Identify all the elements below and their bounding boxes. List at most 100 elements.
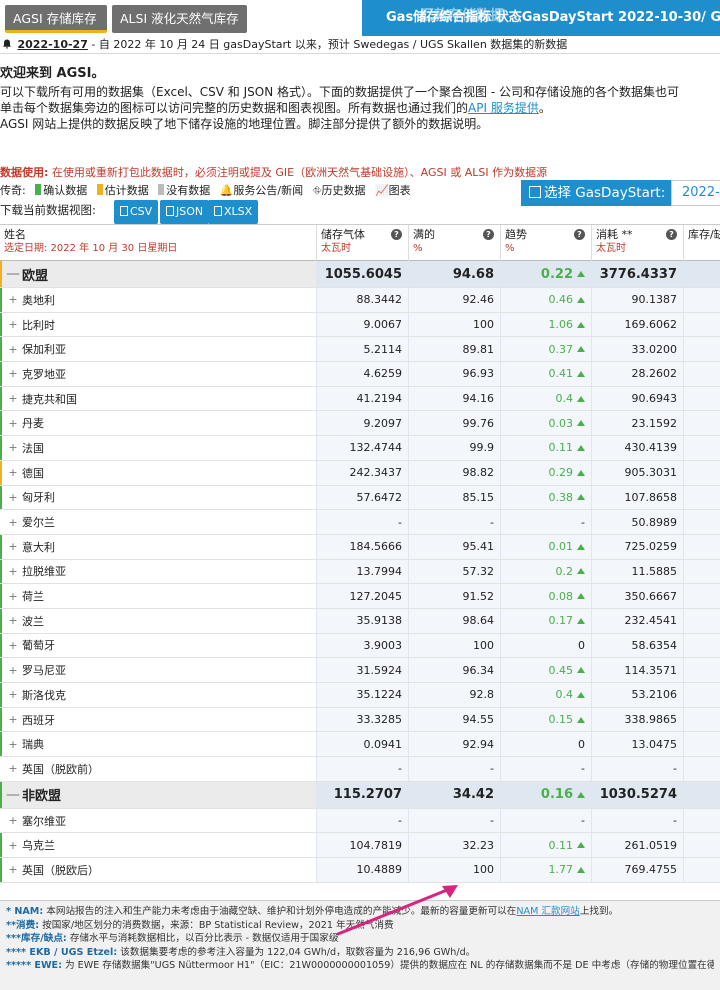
row-name[interactable]: — 欧盟: [4, 261, 48, 287]
expand-icon[interactable]: +: [4, 863, 22, 876]
table-row[interactable]: + 比利时 9.0067 100 1.06 169.6062: [0, 312, 720, 338]
row-name[interactable]: + 保加利亚: [4, 337, 66, 361]
table-row[interactable]: + 西班牙 33.3285 94.55 0.15 338.9865: [0, 707, 720, 733]
expand-icon[interactable]: +: [4, 293, 22, 306]
table-row[interactable]: + 保加利亚 5.2114 89.81 0.37 33.0200: [0, 337, 720, 363]
expand-icon[interactable]: +: [4, 639, 22, 652]
expand-icon[interactable]: +: [4, 417, 22, 430]
gasday-select-button[interactable]: 选择 GasDayStart:: [521, 180, 671, 206]
row-name[interactable]: + 匈牙利: [4, 486, 55, 510]
row-name[interactable]: + 葡萄牙: [4, 634, 55, 658]
news-date[interactable]: 2022-10-27: [18, 38, 88, 51]
expand-icon[interactable]: +: [4, 762, 22, 775]
row-name[interactable]: + 塞尔维亚: [4, 809, 66, 833]
row-name[interactable]: + 捷克共和国: [4, 387, 77, 411]
header-consumption[interactable]: 消耗 ** 太瓦时 ?: [591, 225, 683, 262]
row-name[interactable]: + 德国: [4, 461, 44, 485]
footnote: ***库存/缺点: 存储水平与消耗数据相比，以百分比表示 - 数据仅适用于国家级: [6, 932, 714, 946]
table-row[interactable]: + 德国 242.3437 98.82 0.29 905.3031: [0, 460, 720, 486]
table-row[interactable]: + 塞尔维亚 - - - -: [0, 808, 720, 834]
table-row[interactable]: + 葡萄牙 3.9003 100 0 58.6354: [0, 633, 720, 659]
table-row[interactable]: + 意大利 184.5666 95.41 0.01 725.0259: [0, 534, 720, 560]
table-row[interactable]: + 斯洛伐克 35.1224 92.8 0.4 53.2106: [0, 683, 720, 708]
download-xlsx-button[interactable]: XLSX: [208, 200, 259, 224]
table-row[interactable]: + 丹麦 9.2097 99.76 0.03 23.1592: [0, 411, 720, 437]
expand-icon[interactable]: +: [4, 516, 22, 529]
expand-icon[interactable]: —: [4, 266, 22, 282]
expand-icon[interactable]: +: [4, 540, 22, 553]
expand-icon[interactable]: +: [4, 565, 22, 578]
row-name[interactable]: + 丹麦: [4, 411, 44, 435]
expand-icon[interactable]: +: [4, 441, 22, 454]
row-name[interactable]: + 英国（脱欧后）: [4, 858, 99, 882]
expand-icon[interactable]: +: [4, 614, 22, 627]
trend-value: 0.29: [548, 466, 574, 480]
help-icon[interactable]: ?: [391, 229, 402, 240]
expand-icon[interactable]: +: [4, 318, 22, 331]
expand-icon[interactable]: +: [4, 738, 22, 751]
region-row[interactable]: — 非欧盟 115.2707 34.42 0.16 1030.5274: [0, 781, 720, 809]
expand-icon[interactable]: —: [4, 787, 22, 803]
expand-icon[interactable]: +: [4, 839, 22, 852]
gasday-date-input[interactable]: 2022-10-30: [671, 180, 720, 206]
download-csv-button[interactable]: CSV: [114, 200, 159, 224]
header-trend[interactable]: 趋势 % ?: [500, 225, 591, 262]
news-bar[interactable]: 2022-10-27 - 自 2022 年 10 月 24 日 gasDaySt…: [0, 36, 720, 54]
row-name[interactable]: + 西班牙: [4, 708, 55, 732]
header-name[interactable]: 姓名 选定日期: 2022 年 10 月 30 日星期日: [0, 225, 316, 262]
expand-icon[interactable]: +: [4, 713, 22, 726]
tab-alsi[interactable]: ALSI 液化天然气库存: [112, 5, 247, 33]
table-row[interactable]: + 罗马尼亚 31.5924 96.34 0.45 114.3571: [0, 658, 720, 683]
row-name[interactable]: + 瑞典: [4, 732, 44, 756]
row-name[interactable]: + 英国（脱欧前）: [4, 757, 99, 781]
expand-icon[interactable]: +: [4, 466, 22, 479]
row-name[interactable]: + 乌克兰: [4, 833, 55, 857]
table-row[interactable]: + 英国（脱欧后） 10.4889 100 1.77 769.4755: [0, 858, 720, 883]
header-storage[interactable]: 储存气体 太瓦时 ?: [316, 225, 408, 262]
row-name[interactable]: + 斯洛伐克: [4, 683, 66, 707]
header-stock[interactable]: 库存/缺: [683, 225, 720, 262]
row-name[interactable]: — 非欧盟: [4, 782, 61, 808]
table-row[interactable]: + 奥地利 88.3442 92.46 0.46 90.1387: [0, 288, 720, 313]
row-name[interactable]: + 荷兰: [4, 584, 44, 608]
table-row[interactable]: + 波兰 35.9138 98.64 0.17 232.4541: [0, 608, 720, 634]
row-name[interactable]: + 比利时: [4, 313, 55, 337]
table-row[interactable]: + 法国 132.4744 99.9 0.11 430.4139: [0, 436, 720, 461]
expand-icon[interactable]: +: [4, 367, 22, 380]
expand-icon[interactable]: +: [4, 814, 22, 827]
expand-icon[interactable]: +: [4, 392, 22, 405]
expand-icon[interactable]: +: [4, 590, 22, 603]
cell-trend: 0.17: [500, 608, 591, 633]
row-name[interactable]: + 克罗地亚: [4, 362, 66, 386]
table-row[interactable]: + 捷克共和国 41.2194 94.16 0.4 90.6943: [0, 386, 720, 412]
region-row[interactable]: — 欧盟 1055.6045 94.68 0.22 3776.4337: [0, 261, 720, 288]
table-row[interactable]: + 英国（脱欧前） - - - -: [0, 757, 720, 782]
table-row[interactable]: + 匈牙利 57.6472 85.15 0.38 107.8658: [0, 485, 720, 511]
table-row[interactable]: + 乌克兰 104.7819 32.23 0.11 261.0519: [0, 833, 720, 859]
expand-icon[interactable]: +: [4, 664, 22, 677]
row-name[interactable]: + 拉脱维亚: [4, 560, 66, 584]
row-name[interactable]: + 罗马尼亚: [4, 658, 66, 682]
help-icon[interactable]: ?: [483, 229, 494, 240]
table-row[interactable]: + 瑞典 0.0941 92.94 0 13.0475: [0, 732, 720, 758]
help-icon[interactable]: ?: [574, 229, 585, 240]
table-row[interactable]: + 爱尔兰 - - - 50.8989: [0, 510, 720, 535]
footnote-link[interactable]: NAM 汇款网站: [516, 906, 579, 917]
row-name[interactable]: + 奥地利: [4, 288, 55, 312]
row-name[interactable]: + 法国: [4, 436, 44, 460]
row-name[interactable]: + 波兰: [4, 609, 44, 633]
row-name[interactable]: + 爱尔兰: [4, 510, 55, 534]
table-row[interactable]: + 克罗地亚 4.6259 96.93 0.41 28.2602: [0, 362, 720, 387]
table-row[interactable]: + 荷兰 127.2045 91.52 0.08 350.6667: [0, 584, 720, 609]
row-name[interactable]: + 意大利: [4, 535, 55, 559]
header-full[interactable]: 满的 % ?: [408, 225, 500, 262]
cell-storage: 35.1224: [316, 683, 408, 707]
expand-icon[interactable]: +: [4, 343, 22, 356]
table-row[interactable]: + 拉脱维亚 13.7994 57.32 0.2 11.5885: [0, 559, 720, 585]
download-json-button[interactable]: JSON: [160, 200, 210, 224]
expand-icon[interactable]: +: [4, 491, 22, 504]
help-icon[interactable]: ?: [666, 229, 677, 240]
api-service-link[interactable]: API 服务提供: [468, 101, 539, 115]
tab-agsi[interactable]: AGSI 存储库存: [5, 5, 107, 33]
expand-icon[interactable]: +: [4, 688, 22, 701]
